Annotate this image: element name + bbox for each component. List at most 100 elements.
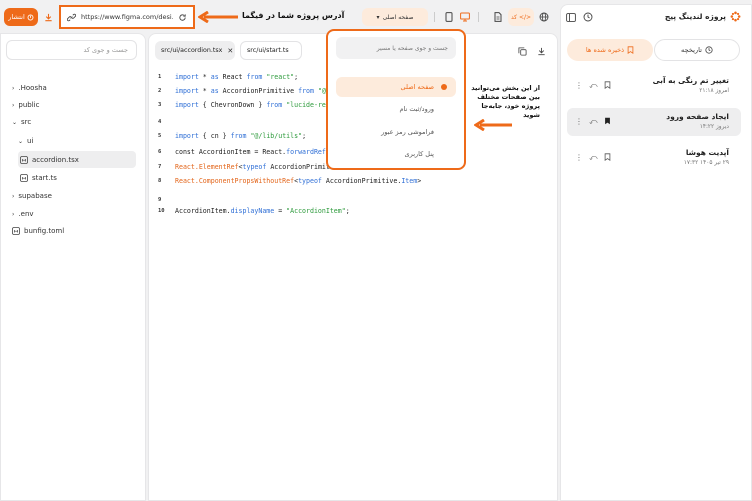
tree-item-label: ui: [27, 137, 34, 145]
code-token: >: [417, 177, 422, 185]
chevron-right-icon: ›: [12, 101, 15, 109]
version-title: ایجاد صفحه ورود: [666, 112, 729, 121]
code-line: 5 import { cn } from "@/lib/utils";: [158, 130, 306, 142]
chevron-down-icon: ⌄: [18, 137, 24, 145]
code-token: "@/lib/utils": [246, 132, 303, 140]
page-search-input[interactable]: جست و جوی صفحه یا مسیر: [336, 37, 456, 59]
version-item[interactable]: آپدیت هوشا ۲۹ تیر ۱۴۰۵ ۱۷:۳۲ ⋮ ⤺: [567, 144, 741, 172]
page-item-label: پنل کاربری: [404, 150, 434, 158]
more-icon[interactable]: ⋮: [575, 117, 583, 127]
more-icon[interactable]: ⋮: [575, 81, 583, 91]
line-number: 3: [158, 102, 162, 108]
tree-file-accordion[interactable]: accordion.tsx: [18, 151, 136, 168]
code-token: ;: [294, 73, 299, 81]
page-item-home[interactable]: صفحه اصلی: [336, 77, 456, 97]
code-token: typeof: [242, 163, 267, 171]
code-token: typeof: [298, 177, 322, 185]
globe-icon[interactable]: [538, 11, 550, 23]
code-line: 4: [158, 116, 175, 128]
download-icon[interactable]: [535, 45, 547, 57]
line-number: 8: [158, 178, 162, 184]
line-number: 2: [158, 88, 162, 94]
chevron-right-icon: ›: [12, 84, 15, 92]
project-url-box[interactable]: https://www.figma.com/desi...: [59, 5, 195, 29]
history-clock-icon[interactable]: [582, 11, 594, 23]
refresh-icon[interactable]: [178, 13, 187, 22]
page-selector[interactable]: ▾ صفحه اصلی: [362, 8, 428, 26]
mobile-view-icon[interactable]: [443, 11, 455, 23]
code-token: forwardRef: [286, 148, 326, 156]
line-number: 10: [158, 208, 165, 214]
tree-item-label: start.ts: [32, 174, 57, 182]
tab-label: src/ui/start.ts: [247, 47, 289, 54]
annotation-url-note: آدرس پروژه شما در فیگما: [242, 11, 345, 20]
tree-folder-src[interactable]: ⌄ src: [10, 114, 140, 130]
bookmark-icon[interactable]: [604, 153, 611, 163]
page-item-label: ورود/ثبت نام: [399, 105, 434, 113]
tree-folder-env[interactable]: › .env: [10, 206, 140, 222]
code-token: { cn }: [198, 132, 231, 140]
code-token: { ChevronDown }: [198, 101, 267, 109]
tab-saved[interactable]: ذخیره شده ها: [567, 39, 653, 61]
tree-file-bunfig[interactable]: bunfig.toml: [10, 223, 140, 239]
bookmark-icon: [627, 46, 634, 54]
line-number: 5: [158, 133, 162, 139]
code-toggle-button[interactable]: کد </>: [508, 8, 534, 26]
file-icon: [20, 174, 28, 182]
code-token: React.ElementRef: [175, 163, 239, 171]
tab-start[interactable]: src/ui/start.ts: [240, 41, 302, 60]
tab-accordion[interactable]: src/ui/accordion.tsx ✕: [155, 41, 235, 60]
version-title: تغییر تم رنگی به آبی: [652, 76, 729, 85]
page-item-login[interactable]: ورود/ثبت نام: [336, 99, 456, 119]
code-token: AccordionPrimitive: [218, 87, 299, 95]
tree-folder-supabase[interactable]: › supabase: [10, 188, 140, 204]
copy-icon[interactable]: [516, 45, 528, 57]
code-icon: </>: [518, 13, 532, 21]
code-token: =: [274, 207, 287, 215]
close-icon[interactable]: ✕: [227, 47, 233, 55]
tab-history[interactable]: تاریخچه: [654, 39, 740, 61]
file-icon[interactable]: [492, 11, 504, 23]
code-line: 8 React.ComponentPropsWithoutRef < typeof A…: [158, 175, 421, 187]
line-number: 4: [158, 119, 162, 125]
page-item-forgot-password[interactable]: فراموشی رمز عبور: [336, 122, 456, 142]
restore-icon[interactable]: ⤺: [589, 153, 598, 163]
bookmark-icon[interactable]: [604, 81, 611, 91]
file-search-input[interactable]: جست و جوی کد: [6, 40, 137, 60]
code-token: AccordionItem.: [175, 207, 231, 215]
code-token: Item: [401, 177, 418, 185]
project-title: پروژه لندینگ پیج: [664, 12, 726, 21]
chevron-down-icon: ⌄: [12, 118, 18, 126]
version-item[interactable]: ایجاد صفحه ورود دیروز ۱۴:۲۲ ⋮ ⤺: [567, 108, 741, 136]
code-token: as: [210, 73, 219, 81]
code-line: 10 AccordionItem. displayName = "Accordion…: [158, 205, 350, 217]
tab-history-label: تاریخچه: [681, 46, 702, 54]
restore-icon[interactable]: ⤺: [589, 81, 598, 91]
code-token: from: [230, 132, 247, 140]
code-token: "AccordionItem": [286, 207, 346, 215]
more-icon[interactable]: ⋮: [575, 153, 583, 163]
restore-icon[interactable]: ⤺: [589, 117, 598, 127]
tree-folder-ui[interactable]: ⌄ ui: [16, 133, 136, 149]
page-item-user-panel[interactable]: پنل کاربری: [336, 144, 456, 164]
tree-item-label: src: [21, 118, 32, 126]
bookmark-filled-icon[interactable]: [604, 117, 611, 127]
page-item-label: صفحه اصلی: [400, 83, 434, 91]
code-token: *: [198, 87, 211, 95]
annotation-line: بین صفحات مختلف: [477, 93, 540, 101]
project-logo: [730, 11, 741, 22]
desktop-view-icon[interactable]: [459, 11, 471, 23]
version-item[interactable]: تغییر تم رنگی به آبی امروز ۲۱:۱۸ ⋮ ⤺: [567, 72, 741, 100]
sidebar-toggle-icon[interactable]: [565, 11, 577, 23]
tree-folder-public[interactable]: › public: [10, 97, 140, 113]
tree-folder-hoosha[interactable]: › .Hoosha: [10, 80, 140, 96]
code-line: 3 import { ChevronDown } from "lucide-rea…: [158, 99, 346, 111]
tab-saved-label: ذخیره شده ها: [585, 46, 625, 54]
tree-file-start[interactable]: start.ts: [18, 170, 136, 186]
publish-button[interactable]: انتشار: [4, 8, 38, 26]
code-token: from: [298, 87, 314, 95]
code-token: "react": [262, 73, 295, 81]
tree-item-label: accordion.tsx: [32, 155, 79, 164]
download-icon[interactable]: [42, 11, 54, 23]
code-token: from: [246, 73, 263, 81]
